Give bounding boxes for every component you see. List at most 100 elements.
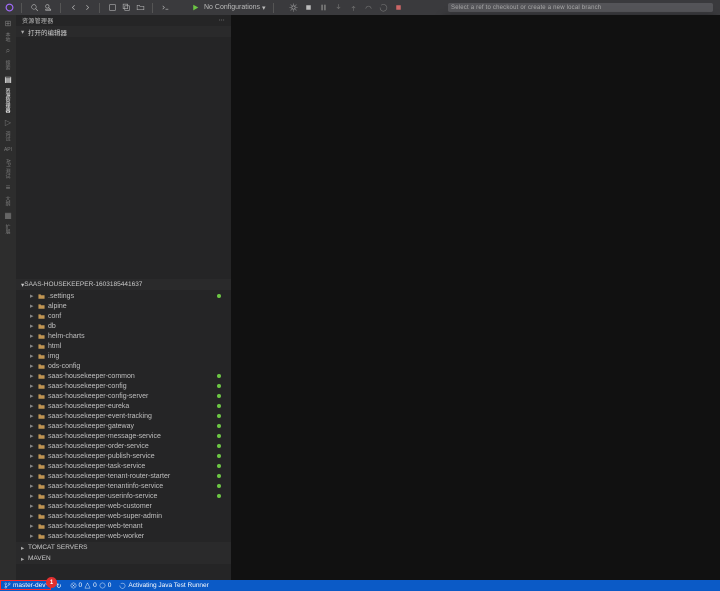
chevron-right-icon: ▸	[30, 502, 37, 510]
tree-item[interactable]: ▸saas-housekeeper-tenantinfo-service	[16, 481, 231, 491]
background-task[interactable]: Activating Java Test Runner	[115, 580, 212, 591]
folder-icon	[37, 472, 45, 480]
search-icon[interactable]	[29, 3, 39, 13]
tree-item-label: saas-housekeeper-userinfo-service	[48, 493, 157, 500]
extensions-icon[interactable]: ▦	[2, 209, 14, 221]
api-icon[interactable]: API	[2, 144, 14, 156]
tree-item[interactable]: ▸saas-housekeeper-message-service	[16, 431, 231, 441]
tree-item[interactable]: ▸saas-housekeeper-web-worker	[16, 531, 231, 541]
tree-item[interactable]: ▸saas-housekeeper-gateway	[16, 421, 231, 431]
tree-item[interactable]: ▸saas-housekeeper-order-service	[16, 441, 231, 451]
folder-icon	[37, 512, 45, 520]
chevron-right-icon: ▸	[30, 412, 37, 420]
branch-button[interactable]: master-dev*	[0, 580, 52, 591]
search-in-files-icon[interactable]	[43, 3, 53, 13]
terminate-icon[interactable]	[394, 3, 404, 13]
play-icon[interactable]	[190, 3, 200, 13]
chevron-down-icon: ▾	[262, 4, 266, 12]
tree-item[interactable]: ▸saas-housekeeper-tenant-router-starter	[16, 471, 231, 481]
folder-open-icon[interactable]	[135, 3, 145, 13]
explorer-icon[interactable]: ▤	[2, 73, 14, 85]
restart-icon[interactable]	[379, 3, 389, 13]
apps-icon[interactable]: ⊞	[2, 17, 14, 29]
tree-item[interactable]: ▸ saas-housekeeper-event-tracking	[16, 411, 231, 421]
chevron-right-icon: ▸	[30, 452, 37, 460]
folder-icon	[37, 442, 45, 450]
tree-item[interactable]: ▸saas-housekeeper-web-tenant	[16, 521, 231, 531]
step-into-icon[interactable]	[334, 3, 344, 13]
redo-icon[interactable]	[82, 3, 92, 13]
tree-item[interactable]: ▸ saas-housekeeper-userinfo-service	[16, 491, 231, 501]
undo-icon[interactable]	[68, 3, 78, 13]
folder-icon	[37, 532, 45, 540]
save-icon[interactable]	[107, 3, 117, 13]
chevron-right-icon: ▸	[30, 532, 37, 540]
explorer-panel: 资源管理器 ⋯ ▾ 打开的编辑器 ▾ SAAS-HOUSEKEEPER-1603…	[16, 15, 231, 580]
tree-item[interactable]: ▸saas-housekeeper-web-super-admin	[16, 511, 231, 521]
save-all-icon[interactable]	[121, 3, 131, 13]
run-config-selector[interactable]: No Configurations ▾	[204, 4, 266, 12]
section-project[interactable]: ▾ SAAS-HOUSEKEEPER-1603185441637	[16, 279, 231, 290]
folder-icon	[37, 302, 45, 310]
tree-item[interactable]: ▸saas-housekeeper-web-customer	[16, 501, 231, 511]
tree-item[interactable]: ▸alpine	[16, 301, 231, 311]
chevron-right-icon: ▸	[30, 472, 37, 480]
tree-item-label: conf	[48, 313, 61, 320]
tree-item-label: html	[48, 343, 61, 350]
folder-icon	[37, 352, 45, 360]
tree-item-label: saas-housekeeper-task-service	[48, 463, 145, 470]
tree-item-label: ods-config	[48, 363, 80, 370]
tree-item-label: saas-housekeeper-event-tracking	[48, 413, 152, 420]
act-label: 搜索	[5, 60, 12, 70]
file-tree: ▸.settings▸alpine▸conf▸db▸helm-charts▸ht…	[16, 290, 231, 542]
problems-button[interactable]: 0 0 0	[66, 580, 116, 591]
tree-item[interactable]: ▸saas-housekeeper-eureka	[16, 401, 231, 411]
tree-item[interactable]: ▸helm-charts	[16, 331, 231, 341]
step-pause-icon[interactable]	[319, 3, 329, 13]
step-over-icon[interactable]	[364, 3, 374, 13]
act-label: 大纲	[5, 196, 12, 206]
tree-item[interactable]: ▸db	[16, 321, 231, 331]
chevron-down-icon: ▾	[21, 28, 28, 36]
tree-item[interactable]: ▸ html	[16, 341, 231, 351]
search-icon[interactable]: ⌕	[2, 45, 14, 57]
section-tomcat[interactable]: ▸ TOMCAT SERVERS	[16, 542, 231, 553]
chevron-right-icon: ▸	[30, 392, 37, 400]
tree-item[interactable]: ▸ conf	[16, 311, 231, 321]
tree-item[interactable]: ▸ saas-housekeeper-task-service	[16, 461, 231, 471]
tree-item[interactable]: ▸saas-housekeeper-config	[16, 381, 231, 391]
folder-icon	[37, 292, 45, 300]
quick-input[interactable]: Select a ref to checkout or create a new…	[448, 3, 713, 12]
debug-icon[interactable]: ▷	[2, 116, 14, 128]
gear-icon[interactable]	[289, 3, 299, 13]
chevron-right-icon: ▸	[30, 432, 37, 440]
stop-icon[interactable]	[304, 3, 314, 13]
logo-icon[interactable]	[4, 3, 14, 13]
tree-item[interactable]: ▸.settings	[16, 291, 231, 301]
tree-item[interactable]: ▸saas-housekeeper-publish-service	[16, 451, 231, 461]
git-modified-dot	[217, 444, 221, 448]
tree-item[interactable]: ▸ods-config	[16, 361, 231, 371]
more-icon[interactable]: ⋯	[219, 17, 225, 24]
tree-item[interactable]: ▸saas-housekeeper-common	[16, 371, 231, 381]
tree-item-label: saas-housekeeper-common	[48, 373, 135, 380]
outline-icon[interactable]: ≡	[2, 181, 14, 193]
chevron-right-icon: ▸	[30, 492, 37, 500]
annotation-badge-1: 1	[46, 577, 57, 588]
section-maven[interactable]: ▸ MAVEN	[16, 553, 231, 564]
step-out-icon[interactable]	[349, 3, 359, 13]
chevron-right-icon: ▸	[30, 482, 37, 490]
terminal-icon[interactable]	[160, 3, 170, 13]
chevron-right-icon: ▸	[30, 312, 37, 320]
chevron-right-icon: ▸	[30, 292, 37, 300]
act-label: 扩展	[5, 224, 12, 234]
act-label: 调试	[5, 131, 12, 141]
folder-icon	[37, 452, 45, 460]
tree-item[interactable]: ▸img	[16, 351, 231, 361]
section-open-editors[interactable]: ▾ 打开的编辑器	[16, 26, 231, 37]
chevron-right-icon: ▸	[21, 555, 28, 563]
chevron-right-icon: ▸	[30, 342, 37, 350]
chevron-right-icon: ▸	[30, 462, 37, 470]
folder-icon	[37, 462, 45, 470]
tree-item[interactable]: ▸saas-housekeeper-config-server	[16, 391, 231, 401]
